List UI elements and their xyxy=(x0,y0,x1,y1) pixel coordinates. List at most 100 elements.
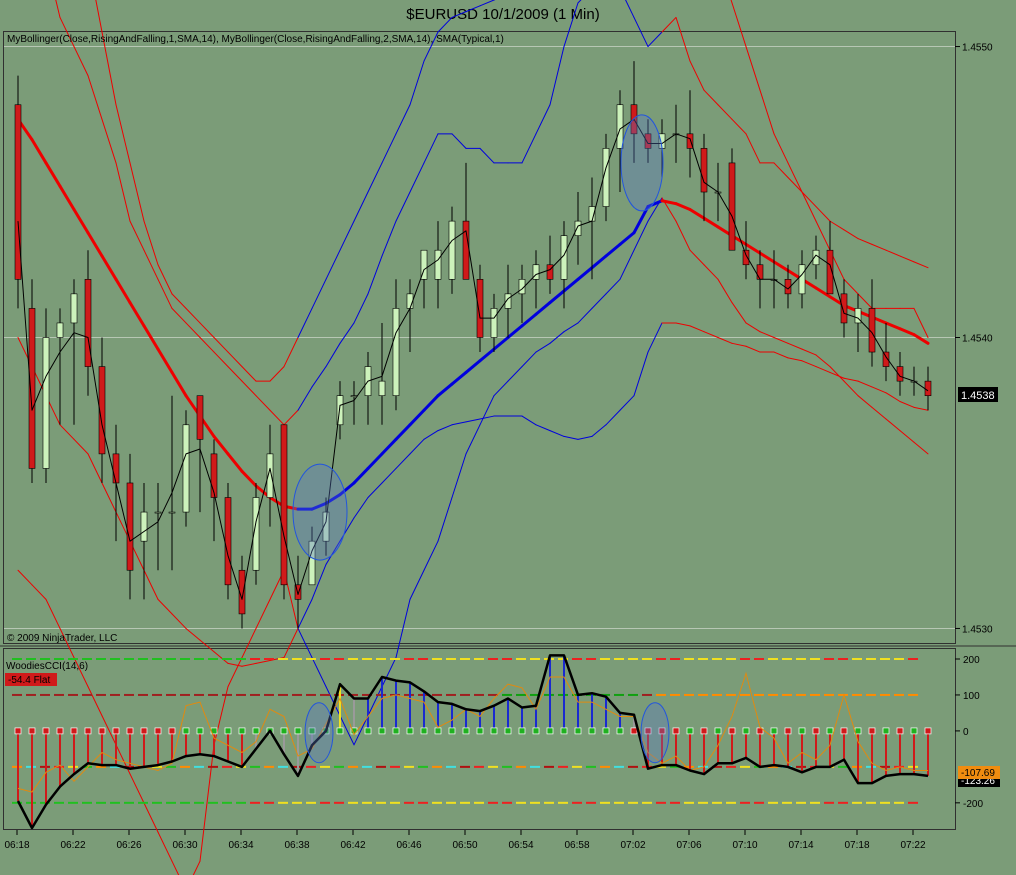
bollinger-upper2-segment xyxy=(381,133,397,164)
bollinger-lower2-segment xyxy=(577,307,593,324)
bollinger-lower2-segment xyxy=(801,348,817,356)
bollinger-upper1-segment xyxy=(661,16,677,33)
bollinger-upper2-segment xyxy=(171,293,187,309)
bollinger-lower1-segment xyxy=(871,386,887,394)
candle-body-bull xyxy=(378,380,386,396)
cci-zero-marker-down xyxy=(140,727,148,735)
time-axis-label: 07:06 xyxy=(676,840,701,851)
candle-body-bear xyxy=(210,453,218,498)
bollinger-lower1-segment xyxy=(171,613,187,629)
bollinger-lower1-segment xyxy=(703,331,719,338)
cci-zero-marker-up xyxy=(238,727,246,735)
bollinger-middle-segment xyxy=(660,199,678,206)
bollinger-lower1-segment xyxy=(213,651,229,664)
bollinger-upper2-segment xyxy=(143,220,159,266)
cci-zero-marker-down xyxy=(630,727,638,735)
bollinger-middle-segment xyxy=(128,301,146,328)
price-axis-label: 1.4540 xyxy=(962,334,993,345)
bollinger-lower2-segment xyxy=(829,366,845,382)
bollinger-upper1-segment xyxy=(745,133,761,164)
bollinger-lower2-segment xyxy=(633,220,649,251)
candle-body-bear xyxy=(742,249,750,266)
bollinger-upper1-segment xyxy=(717,104,733,120)
time-axis-label: 07:02 xyxy=(620,840,645,851)
bollinger-upper2-segment xyxy=(95,0,103,33)
bollinger-upper2-segment xyxy=(787,162,803,193)
candle-body-bull xyxy=(154,511,162,514)
time-axis-label: 07:18 xyxy=(844,840,869,851)
bollinger-upper2-segment xyxy=(311,278,327,309)
price-indicator-label: MyBollinger(Close,RisingAndFalling,1,SMA… xyxy=(7,34,504,45)
time-axis-label: 06:38 xyxy=(284,840,309,851)
candle-body-bear xyxy=(224,497,232,586)
cci-zero-marker-up xyxy=(196,727,204,735)
bollinger-lower2-segment xyxy=(913,441,929,455)
cci-zero-marker-down xyxy=(812,727,820,735)
cci-zero-marker-up xyxy=(560,727,568,735)
bollinger-lower2-segment xyxy=(423,540,439,571)
cci-axis-label: 200 xyxy=(963,655,980,666)
time-axis-label: 06:26 xyxy=(116,840,141,851)
bollinger-lower1-segment xyxy=(367,482,383,499)
bollinger-middle-segment xyxy=(702,216,720,229)
chart-title: $EURUSD 10/1/2009 (1 Min) xyxy=(406,6,599,23)
bollinger-lower2-segment xyxy=(675,220,691,251)
cci-zero-marker-up xyxy=(770,727,778,735)
bollinger-upper1-segment xyxy=(675,16,691,62)
bollinger-lower1-segment xyxy=(87,453,103,484)
cci-zero-marker-up xyxy=(546,727,554,735)
bollinger-middle-segment xyxy=(380,437,398,456)
bollinger-lower1-segment xyxy=(605,409,621,426)
cci-zero-marker-down xyxy=(56,727,64,735)
cci-zero-marker-down xyxy=(112,727,120,735)
cci-highlight-ellipse xyxy=(640,702,670,764)
candle-body-bear xyxy=(840,293,848,324)
bollinger-upper2-segment xyxy=(325,249,341,280)
bollinger-upper2-segment xyxy=(115,104,131,164)
bollinger-lower2-segment xyxy=(703,264,719,280)
candle-body-bull xyxy=(140,511,148,542)
bollinger-lower2-segment xyxy=(493,380,509,397)
bollinger-upper2-segment xyxy=(829,220,845,231)
bollinger-middle-segment xyxy=(758,251,776,264)
bollinger-lower1-segment xyxy=(801,360,817,368)
cci-zero-marker-up xyxy=(224,727,232,735)
bollinger-lower1-segment xyxy=(395,453,411,469)
cci-zero-marker-up xyxy=(406,727,414,735)
bollinger-middle-segment xyxy=(366,452,384,470)
cci-indicator-label: WoodiesCCI(14,6) xyxy=(6,661,88,672)
bollinger-upper2-segment xyxy=(367,162,383,193)
bollinger-upper1-segment xyxy=(55,0,61,18)
bollinger-upper1-segment xyxy=(157,278,173,309)
bollinger-middle-segment xyxy=(226,452,244,473)
price-axis-label: 1.4550 xyxy=(962,43,993,54)
bollinger-lower1-segment xyxy=(731,342,747,347)
cci-zero-marker-up xyxy=(182,727,190,735)
bollinger-upper2-segment xyxy=(899,255,915,263)
bollinger-lower2-segment xyxy=(605,278,621,295)
cci-zero-marker-up xyxy=(882,727,890,735)
bollinger-lower2-segment xyxy=(479,395,495,426)
cci-zero-marker-up xyxy=(336,727,344,735)
bollinger-lower1-segment xyxy=(297,598,313,629)
chart-canvas: $EURUSD 10/1/2009 (1 Min) MyBollinger(Cl… xyxy=(0,0,1016,875)
bollinger-upper1-segment xyxy=(857,293,873,309)
bollinger-middle-segment xyxy=(884,321,902,331)
candle-body-bull xyxy=(182,424,190,513)
bollinger-upper1-segment xyxy=(625,0,635,18)
highlight-ellipse xyxy=(292,463,348,561)
price-axis: 1.4550 1.4540 1.4530 xyxy=(955,43,993,635)
bollinger-middle-segment xyxy=(156,347,174,374)
cci-zero-marker-down xyxy=(168,727,176,735)
bollinger-lower2-segment xyxy=(17,569,33,586)
bollinger-upper2-segment xyxy=(885,249,901,257)
bollinger-middle-segment xyxy=(58,184,76,211)
candle-body-bull xyxy=(448,220,456,280)
bollinger-upper1-segment xyxy=(297,386,313,411)
bollinger-middle-segment xyxy=(590,254,608,270)
bollinger-upper2-segment xyxy=(409,60,425,106)
bollinger-middle-segment xyxy=(170,370,188,398)
time-axis-label: 07:22 xyxy=(900,840,925,851)
candle-body-bull xyxy=(42,337,50,469)
bollinger-lower2-segment xyxy=(787,342,803,350)
